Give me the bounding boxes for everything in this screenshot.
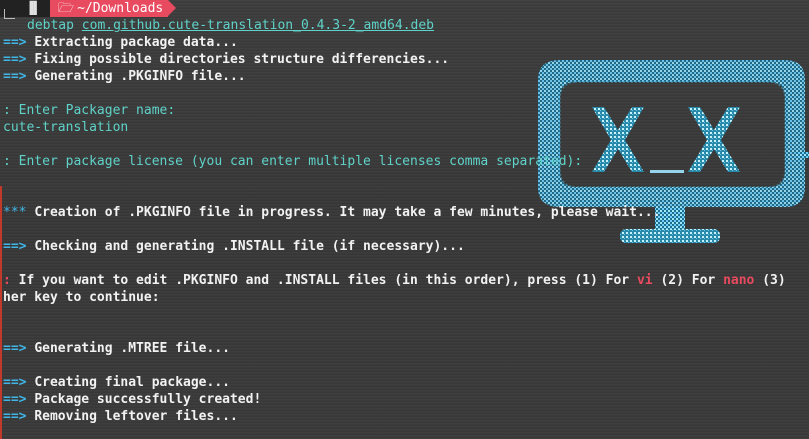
output-text: If you want to edit .PKGINFO and .INSTAL…	[18, 273, 630, 288]
packager-value[interactable]: cute-translation	[3, 119, 128, 136]
output-text: Generating .MTREE file...	[34, 341, 230, 356]
license-prompt: : Enter package license (you can enter m…	[3, 153, 582, 170]
prompt-path: ~/Downloads	[77, 1, 164, 16]
output-line: ==> Creating final package...	[3, 374, 230, 391]
arrow-marker: ==>	[3, 239, 27, 254]
output-line: ==> Fixing possible directories structur…	[3, 51, 449, 68]
output-text: Extracting package data...	[34, 35, 238, 50]
stars-marker: ***	[3, 205, 27, 220]
command-line[interactable]: debtap com.github.cute-translation_0.4.3…	[27, 17, 434, 34]
command-argument: com.github.cute-translation_0.4.3-2_amd6…	[81, 18, 434, 33]
command-name: debtap	[27, 18, 74, 33]
output-text: Removing leftover files...	[34, 409, 238, 424]
output-line: ==> Generating .MTREE file...	[3, 340, 230, 357]
prompt-corner	[4, 9, 15, 19]
edit-prompt: : If you want to edit .PKGINFO and .INST…	[3, 272, 786, 289]
packager-prompt: : Enter Packager name:	[3, 102, 175, 119]
terminal-icon: ▐▌	[26, 1, 41, 15]
prompt-text: : Enter Packager name:	[3, 103, 176, 118]
editor-option-nano: nano	[723, 273, 755, 288]
output-text: Generating .PKGINFO file...	[34, 69, 246, 84]
arrow-marker: ==>	[3, 52, 27, 67]
colon-marker: :	[3, 273, 11, 288]
output-text: (2) For	[660, 273, 716, 288]
output-line: *** Creation of .PKGINFO file in progres…	[3, 204, 660, 221]
output-text: (3)	[762, 273, 786, 288]
output-line: ==> Checking and generating .INSTALL fil…	[3, 238, 465, 255]
scroll-marker	[0, 186, 2, 439]
arrow-marker: ==>	[3, 341, 27, 356]
shell-prompt: ▐▌ 🗁 ~/Downloads	[0, 0, 809, 19]
arrow-marker: ==>	[3, 35, 27, 50]
arrow-marker: ==>	[3, 375, 27, 390]
terminal-window[interactable]: ▐▌ 🗁 ~/Downloads debtap com.github.cute-t…	[0, 0, 809, 439]
edit-prompt-continuation: her key to continue:	[3, 289, 160, 306]
output-line: ==> Package successfully created!	[3, 391, 261, 408]
editor-option-vi: vi	[636, 273, 653, 288]
prompt-path-segment: 🗁 ~/Downloads	[50, 0, 168, 17]
folder-icon: 🗁	[58, 1, 75, 16]
prompt-text: : Enter package license (you can enter m…	[3, 154, 583, 169]
arrow-marker: ==>	[3, 392, 27, 407]
output-text: her key to continue:	[3, 290, 160, 305]
arrow-marker: ==>	[3, 69, 27, 84]
output-line: ==> Generating .PKGINFO file...	[3, 68, 246, 85]
output-line: ==> Removing leftover files...	[3, 408, 238, 425]
output-text: Creating final package...	[34, 375, 230, 390]
output-text: Fixing possible directories structure di…	[34, 52, 450, 67]
prompt-arrow	[168, 0, 176, 16]
arrow-marker: ==>	[3, 409, 27, 424]
output-text: Package successfully created!	[34, 392, 262, 407]
input-text: cute-translation	[3, 120, 129, 135]
output-line: ==> Extracting package data...	[3, 34, 238, 51]
output-text: Checking and generating .INSTALL file (i…	[34, 239, 465, 254]
output-text: Creation of .PKGINFO file in progress. I…	[34, 205, 661, 220]
